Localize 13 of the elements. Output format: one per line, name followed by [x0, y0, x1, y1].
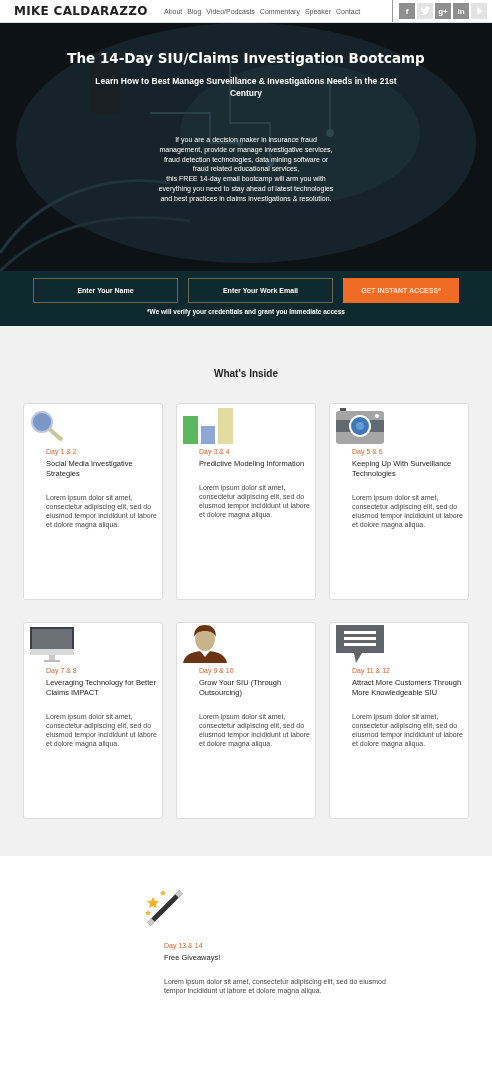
site-logo[interactable]: MIKE CALDARAZZO: [14, 4, 164, 18]
magnifier-icon: [30, 410, 66, 444]
camera-icon: [336, 408, 384, 444]
play-icon[interactable]: [471, 3, 487, 19]
person-icon: [183, 625, 227, 663]
monitor-icon: [30, 627, 74, 663]
bird-icon[interactable]: [417, 3, 433, 19]
speech-bubble-icon: [336, 625, 384, 663]
hero-subtitle: Learn How to Best Manage Surveillance & Investigations Needs in the 21st Century: [94, 75, 398, 99]
bar-chart-icon: [183, 408, 233, 444]
section-heading: What's Inside: [213, 368, 279, 379]
magic-wand-icon: [143, 888, 183, 928]
hero-title: The 14-Day SIU/Claims Investigation Bootcamp: [67, 50, 425, 66]
